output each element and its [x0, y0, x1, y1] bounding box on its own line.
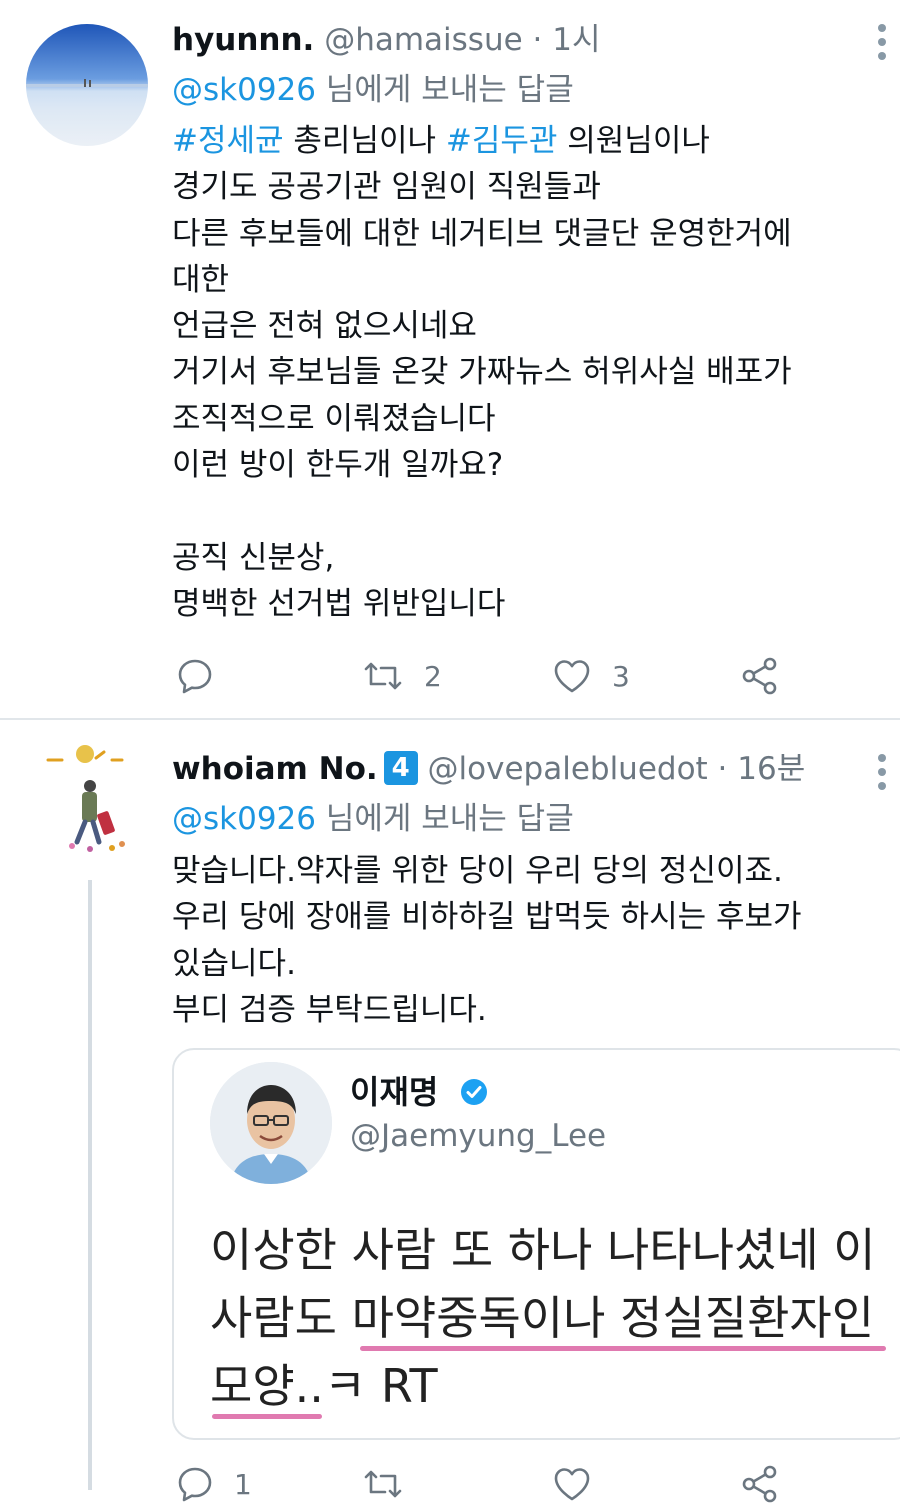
text-segment: 의원님이나 — [557, 123, 710, 159]
quoted-display-name: 이재명 — [350, 1072, 489, 1116]
reply-icon — [176, 657, 214, 695]
reply-context: @sk0926 님에게 보내는 답글 — [172, 799, 574, 839]
user-handle[interactable]: @lovepalebluedot — [428, 751, 708, 787]
share-icon — [740, 1464, 780, 1504]
text-line: 경기도 공공기관 임원이 직원들과 — [172, 169, 601, 206]
avatar[interactable] — [26, 24, 148, 146]
text-line: 있습니다. — [172, 945, 296, 982]
separator: · — [707, 751, 738, 787]
quoted-tweet-image[interactable]: 이재명 @Jaemyung_Lee 이상한 사람 또 하나 나타나셨네 이 사람… — [172, 1048, 900, 1440]
quoted-text-line: 이상한 사람 또 하나 나타나셨네 이 — [210, 1223, 876, 1277]
verified-icon — [459, 1076, 489, 1116]
text-segment: 총리님이나 — [283, 123, 446, 159]
retweet-button[interactable] — [362, 1462, 424, 1506]
text-line: 우리 당에 장애를 비하하길 밥먹듯 하시는 후보가 — [172, 899, 802, 936]
quoted-text-segment: 모양..ㅋ RT — [210, 1359, 438, 1413]
share-button[interactable] — [740, 654, 780, 698]
reply-context-text: 님에게 보내는 답글 — [316, 72, 574, 108]
like-icon — [552, 1465, 592, 1503]
tweet-text: 맞습니다.약자를 위한 당이 우리 당의 정신이죠. 우리 당에 장애를 비하하… — [172, 848, 872, 1033]
text-line: 공직 신분상, — [172, 539, 335, 576]
reply-context: @sk0926 님에게 보내는 답글 — [172, 70, 574, 110]
text-line: 다른 후보들에 대한 네거티브 댓글단 운영한거에 — [172, 215, 792, 252]
retweet-button[interactable]: 2 — [362, 654, 442, 698]
like-count: 3 — [612, 659, 630, 693]
text-line: 이런 방이 한두개 일까요? — [172, 447, 504, 484]
text-line: 언급은 전혀 없으시네요 — [172, 308, 477, 345]
tweet-actions: 1 — [172, 1462, 872, 1506]
reply-button[interactable] — [176, 654, 234, 698]
reply-mention-link[interactable]: @sk0926 — [172, 801, 316, 837]
tweet-text: #정세균 총리님이나 #김두관 의원님이나 경기도 공공기관 임원이 직원들과 … — [172, 118, 872, 627]
text-line: 대한 — [172, 261, 230, 298]
highlight-underline — [212, 1414, 322, 1419]
hashtag-link[interactable]: #정세균 — [172, 123, 284, 159]
reply-mention-link[interactable]: @sk0926 — [172, 72, 316, 108]
display-name[interactable]: whoiam No. — [172, 751, 378, 787]
like-icon — [552, 657, 592, 695]
tweet-header: whoiam No. 4 @lovepalebluedot · 16분 — [172, 749, 805, 789]
reply-icon — [176, 1465, 214, 1503]
quoted-text-line: 사람도 마약중독이나 정실질환자인 — [210, 1284, 900, 1352]
quoted-name-text: 이재명 — [350, 1073, 439, 1111]
quoted-text: 이상한 사람 또 하나 나타나셨네 이 사람도 마약중독이나 정실질환자인 모양… — [210, 1216, 900, 1420]
text-line: #정세균 총리님이나 #김두관 의원님이나 — [172, 118, 872, 164]
more-icon[interactable] — [872, 24, 892, 60]
retweet-icon — [362, 657, 404, 695]
quoted-avatar-photo — [210, 1062, 332, 1184]
hashtag-link[interactable]: #김두관 — [446, 123, 558, 159]
quoted-avatar — [210, 1062, 332, 1184]
avatar-landscape-image — [26, 24, 148, 146]
display-name[interactable]: hyunnn. — [172, 22, 314, 58]
separator: · — [522, 22, 553, 58]
quoted-handle: @Jaemyung_Lee — [350, 1118, 607, 1154]
share-button[interactable] — [740, 1462, 780, 1506]
highlight-underline — [360, 1346, 886, 1351]
text-line — [172, 488, 872, 534]
user-handle[interactable]: @hamaissue — [324, 22, 522, 58]
retweet-count: 2 — [424, 659, 442, 693]
tweet-1[interactable]: hyunnn. @hamaissue · 1시 @sk0926 님에게 보내는 … — [0, 0, 900, 718]
name-badge: 4 — [383, 751, 418, 785]
tweet-time[interactable]: 16분 — [737, 751, 805, 787]
retweet-icon — [362, 1465, 404, 1503]
tweet-header: hyunnn. @hamaissue · 1시 — [172, 20, 601, 60]
reply-count: 1 — [234, 1467, 252, 1501]
avatar-illustration-image — [30, 734, 152, 856]
text-line: 조직적으로 이뤄졌습니다 — [172, 400, 496, 437]
quoted-text-line: 모양..ㅋ RT — [210, 1352, 900, 1420]
reply-button[interactable]: 1 — [176, 1462, 252, 1506]
text-line: 맞습니다.약자를 위한 당이 우리 당의 정신이죠. — [172, 853, 783, 889]
tweet-time[interactable]: 1시 — [552, 22, 600, 58]
like-button[interactable] — [552, 1462, 612, 1506]
reply-context-text: 님에게 보내는 답글 — [316, 801, 574, 837]
text-line: 명백한 선거법 위반입니다 — [172, 585, 506, 622]
tweet-actions: 2 3 — [172, 654, 872, 698]
quoted-text-segment: 사람도 마약중독이나 정실질환자인 — [210, 1291, 875, 1345]
text-line: 부디 검증 부탁드립니다. — [172, 991, 487, 1028]
share-icon — [740, 656, 780, 696]
more-icon[interactable] — [872, 754, 892, 790]
like-button[interactable]: 3 — [552, 654, 630, 698]
text-line: 거기서 후보님들 온갖 가짜뉴스 허위사실 배포가 — [172, 354, 792, 391]
avatar[interactable] — [30, 734, 152, 856]
